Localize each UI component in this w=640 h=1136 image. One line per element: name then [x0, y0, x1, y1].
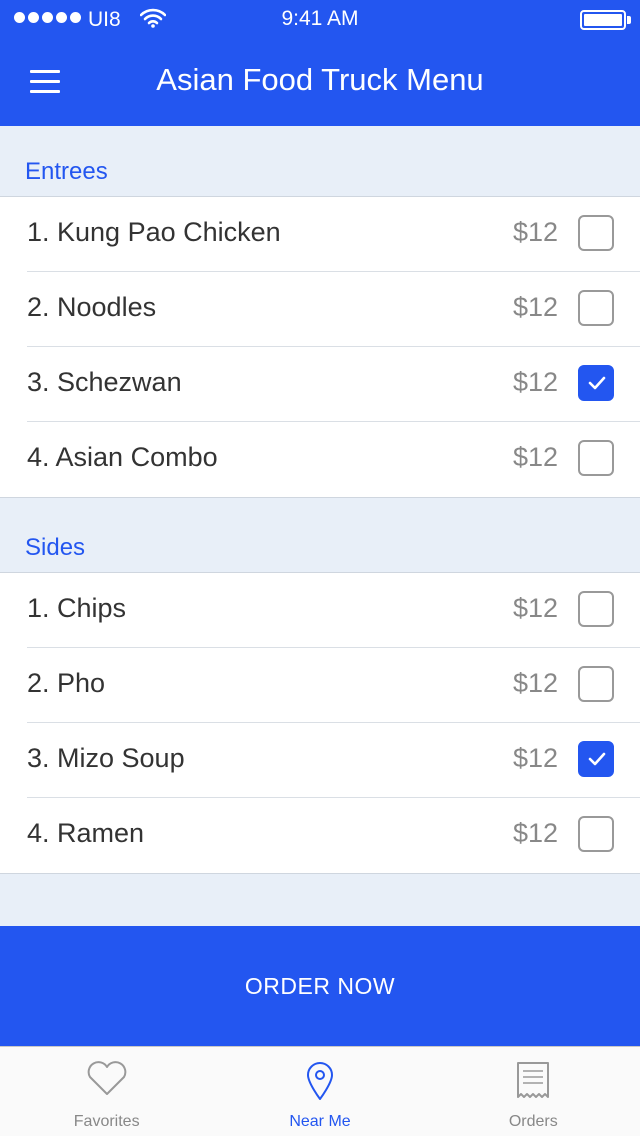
item-name: 3. Schezwan	[27, 367, 182, 397]
item-checkbox[interactable]	[578, 591, 614, 627]
item-price: $12	[512, 593, 558, 623]
item-price: $12	[512, 217, 558, 247]
item-price: $12	[512, 668, 558, 698]
tab-favorites[interactable]: Favorites	[0, 1047, 213, 1136]
item-checkbox[interactable]	[578, 741, 614, 777]
tab-bar: Favorites Near Me Orders	[0, 1046, 640, 1136]
item-name: 3. Mizo Soup	[27, 743, 185, 773]
item-name: 1. Kung Pao Chicken	[27, 217, 281, 247]
tab-orders[interactable]: Orders	[427, 1047, 640, 1136]
entrees-list: 1. Kung Pao Chicken $12 2. Noodles $12 3…	[0, 196, 640, 498]
item-checkbox[interactable]	[578, 290, 614, 326]
list-item[interactable]: 3. Mizo Soup $12	[0, 723, 640, 798]
heart-icon	[87, 1061, 127, 1095]
item-checkbox[interactable]	[578, 666, 614, 702]
item-checkbox[interactable]	[578, 440, 614, 476]
item-checkbox[interactable]	[578, 215, 614, 251]
list-item[interactable]: 4. Asian Combo $12	[0, 422, 640, 497]
item-name: 1. Chips	[27, 593, 127, 623]
list-item[interactable]: 1. Kung Pao Chicken $12	[0, 197, 640, 272]
item-price: $12	[512, 818, 558, 848]
section-label-entrees: Entrees	[25, 158, 108, 185]
checkmark-icon	[588, 752, 606, 766]
item-price: $12	[512, 743, 558, 773]
status-time: 9:41 AM	[281, 7, 359, 30]
item-name: 4. Asian Combo	[27, 442, 218, 472]
item-price: $12	[512, 442, 558, 472]
list-item[interactable]: 1. Chips $12	[0, 573, 640, 648]
battery-tip	[627, 16, 631, 24]
item-price: $12	[512, 367, 558, 397]
list-item[interactable]: 4. Ramen $12	[0, 798, 640, 873]
tab-label: Orders	[508, 1113, 558, 1130]
location-pin-icon	[306, 1062, 333, 1100]
battery-icon	[580, 10, 626, 30]
tab-label: Favorites	[73, 1113, 140, 1130]
checkmark-icon	[588, 376, 606, 390]
tab-near-me[interactable]: Near Me	[213, 1047, 426, 1136]
app-header: UI8 9:41 AM Asian Food Truck Menu	[0, 0, 640, 126]
list-item[interactable]: 3. Schezwan $12	[0, 347, 640, 422]
item-name: 2. Pho	[27, 668, 106, 698]
item-checkbox[interactable]	[578, 816, 614, 852]
list-item[interactable]: 2. Noodles $12	[0, 272, 640, 347]
receipt-icon	[517, 1062, 550, 1098]
item-name: 2. Noodles	[27, 292, 157, 322]
section-label-sides: Sides	[25, 534, 86, 561]
order-now-button[interactable]: ORDER NOW	[0, 926, 640, 1046]
item-price: $12	[512, 292, 558, 322]
item-name: 4. Ramen	[27, 818, 145, 848]
sides-list: 1. Chips $12 2. Pho $12 3. Mizo Soup $12…	[0, 572, 640, 874]
tab-label: Near Me	[289, 1113, 351, 1130]
page-title: Asian Food Truck Menu	[156, 62, 484, 97]
status-bar: UI8 9:41 AM	[0, 0, 640, 40]
item-checkbox[interactable]	[578, 365, 614, 401]
list-item[interactable]: 2. Pho $12	[0, 648, 640, 723]
